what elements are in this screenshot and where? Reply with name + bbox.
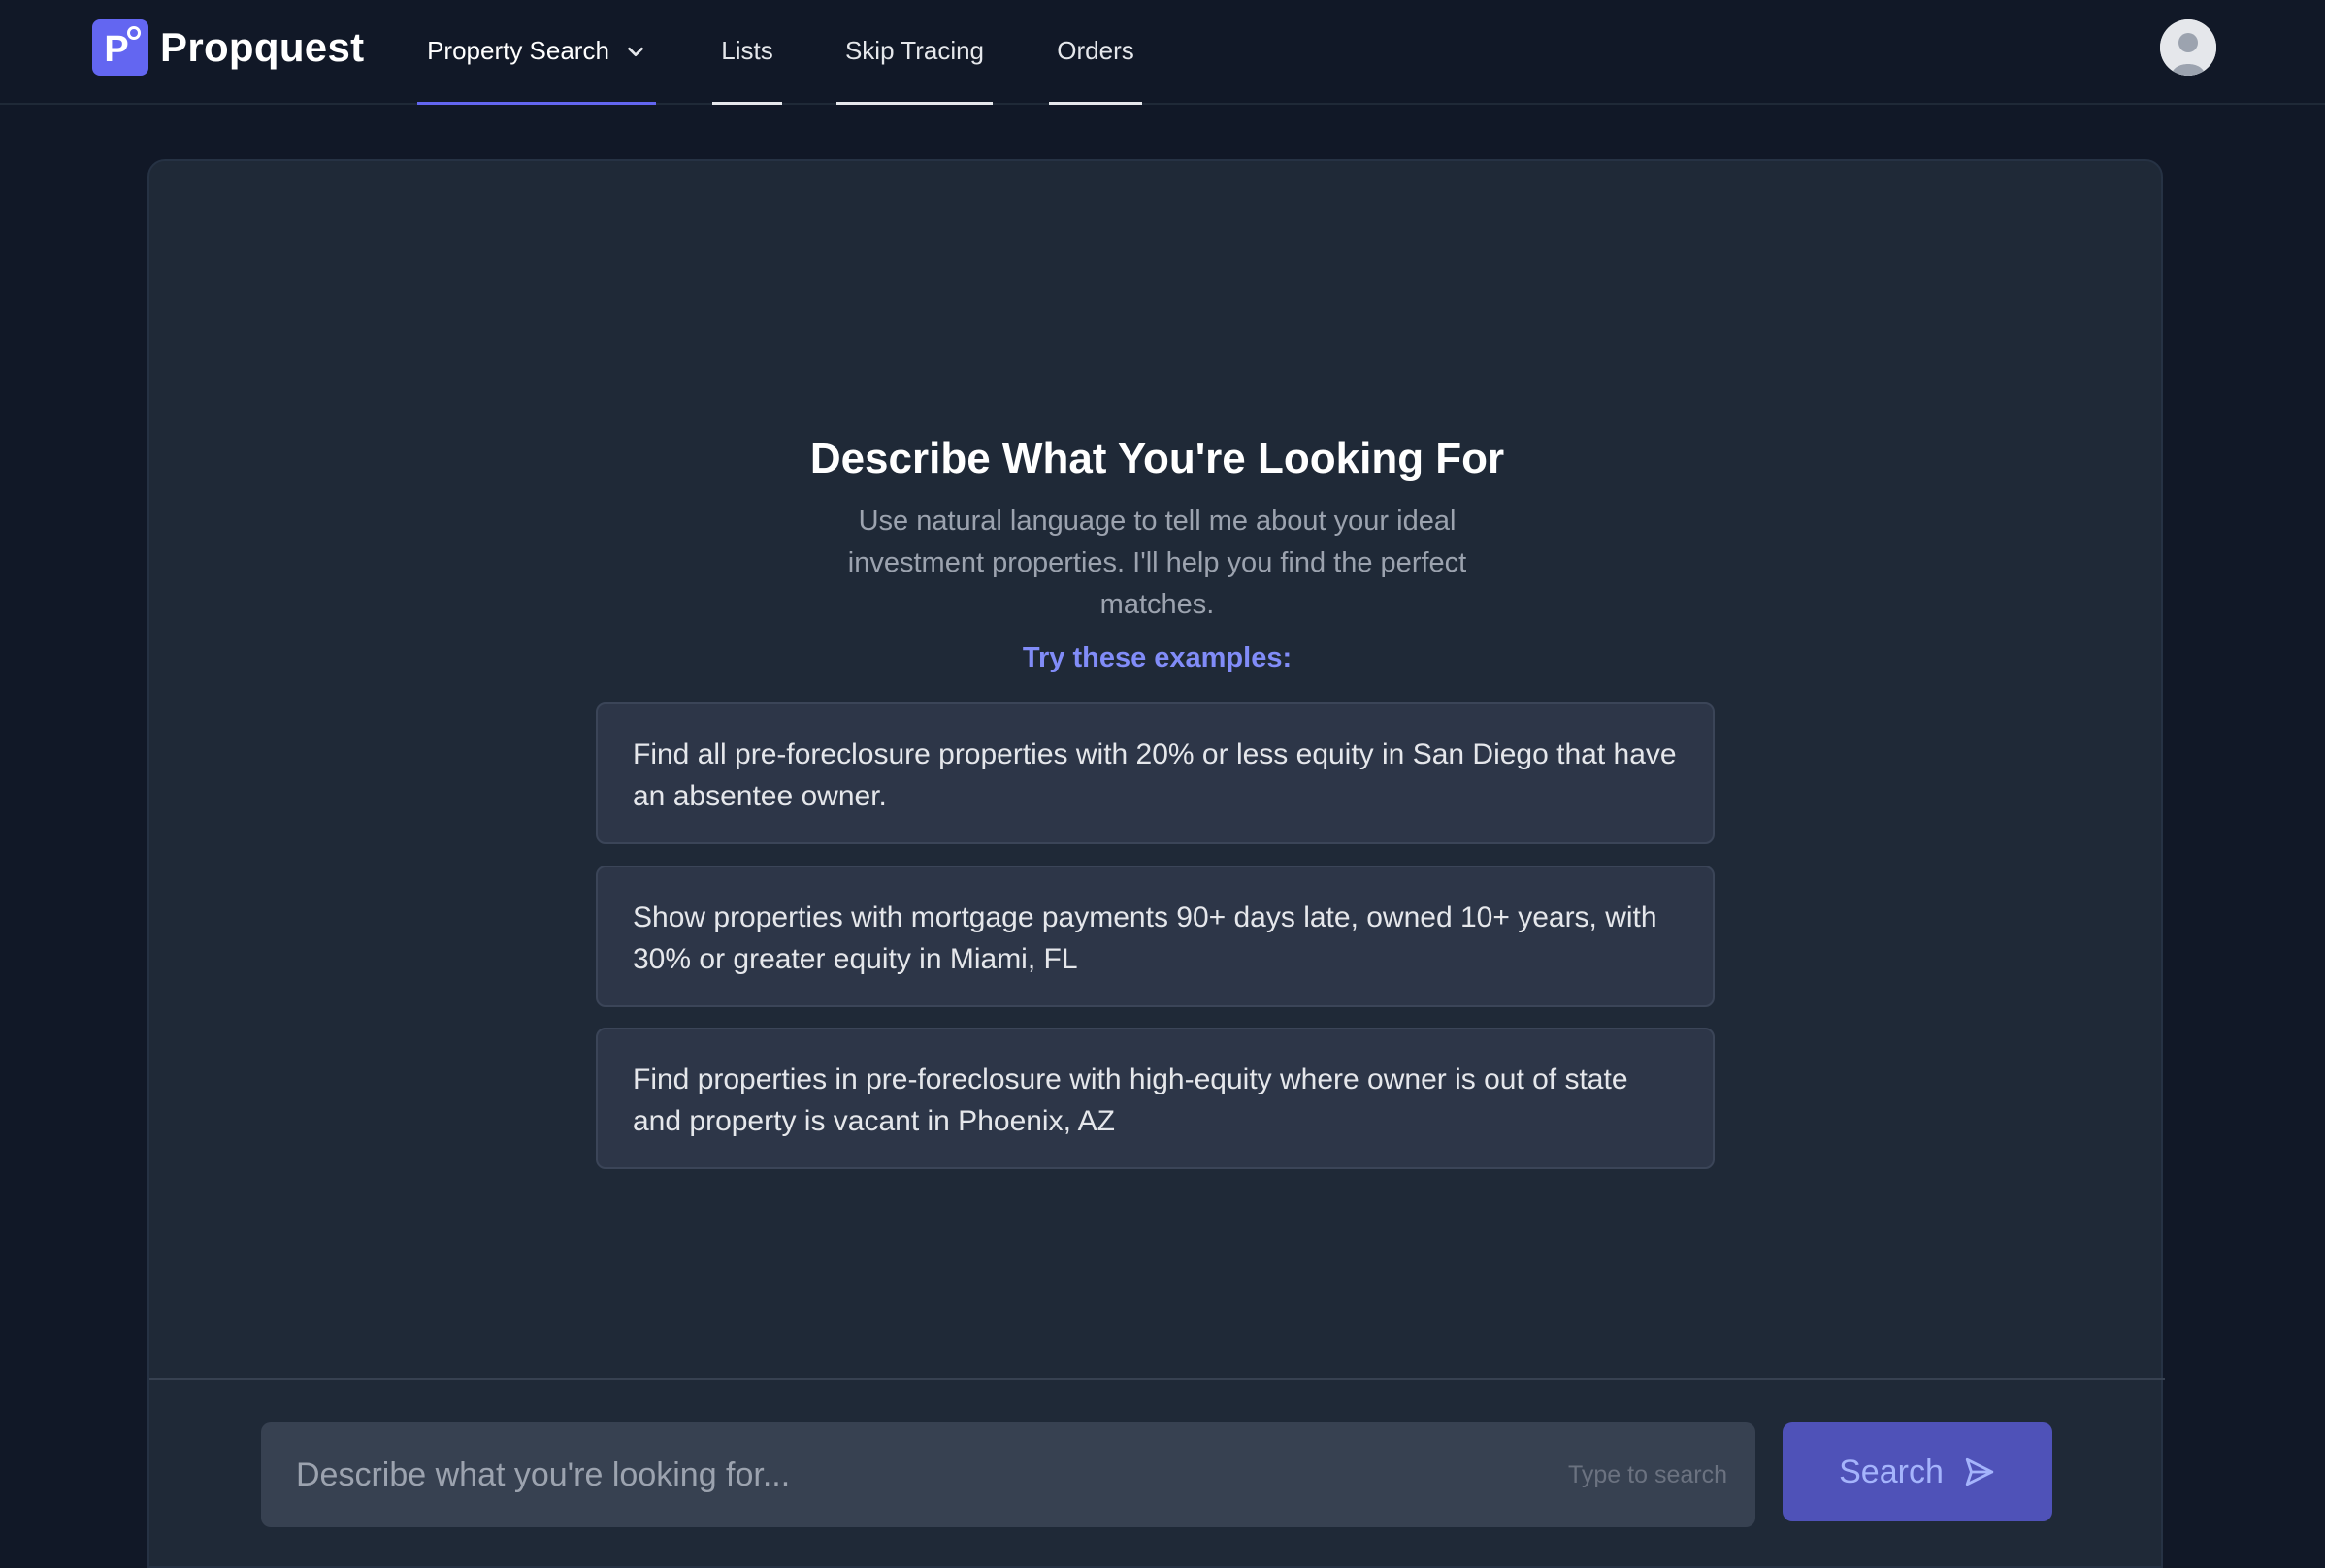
search-hint: Type to search — [1568, 1460, 1727, 1488]
search-button[interactable]: Search — [1783, 1422, 2052, 1521]
chevron-down-icon — [628, 47, 643, 56]
logo-dot — [127, 26, 141, 40]
tab-skip-tracing-label: Skip Tracing — [844, 36, 985, 65]
app-name: Propquest — [160, 24, 365, 70]
example-prompt-3[interactable]: Find properties in pre-foreclosure with … — [596, 1028, 1715, 1169]
avatar-silhouette — [2160, 19, 2216, 76]
example-prompt-2[interactable]: Show properties with mortgage payments 9… — [596, 866, 1715, 1007]
search-input[interactable] — [261, 1422, 1523, 1527]
page-title: Describe What You're Looking For — [809, 435, 1505, 482]
tab-skip-tracing[interactable]: Skip Tracing — [836, 0, 993, 105]
logo-letter: P — [104, 28, 129, 70]
input-divider — [149, 1378, 2165, 1380]
search-button-label: Search — [1839, 1453, 1944, 1490]
top-navbar: P Propquest Property Search Lists Skip T… — [0, 0, 2325, 105]
example-prompt-1[interactable]: Find all pre-foreclosure properties with… — [596, 702, 1715, 844]
logo-icon: P — [92, 19, 148, 76]
user-avatar-icon[interactable] — [2160, 19, 2216, 76]
examples-label: Try these examples: — [1022, 642, 1293, 673]
tab-property-search[interactable]: Property Search — [417, 0, 656, 105]
page-subtitle: Use natural language to tell me about yo… — [847, 506, 1467, 620]
search-bar: Type to search — [261, 1422, 1755, 1527]
tab-lists-label: Lists — [721, 36, 773, 65]
app-logo[interactable]: P Propquest — [92, 19, 364, 76]
tab-orders-label: Orders — [1057, 36, 1134, 65]
tab-property-search-label: Property Search — [427, 36, 609, 65]
search-panel: Describe What You're Looking For Use nat… — [147, 159, 2165, 1568]
send-icon — [1965, 1457, 1994, 1486]
tab-orders[interactable]: Orders — [1049, 0, 1142, 105]
tab-lists[interactable]: Lists — [712, 0, 782, 105]
